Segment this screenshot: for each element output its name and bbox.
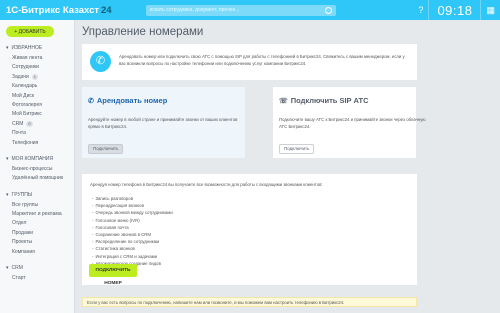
sidebar-item-label: Удалённый помощник [12,175,64,182]
feature-item: Сохранение звонков в CRM [92,231,173,238]
rent-number-title[interactable]: ✆ Арендовать номер [88,96,167,105]
sidebar: + ДОБАВИТЬ ▾ ИЗБРАННОЕ Живая лента Сотрудни… [0,20,75,313]
logo-number: 24 [101,4,112,16]
top-bar: 1С-Битрикс Казахст24 ? 09:18 ▦ [0,0,500,20]
sidebar-section-title[interactable]: ▾ ИЗБРАННОЕ [6,45,74,51]
divider [428,0,430,20]
sidebar-item[interactable]: Задачи 1 [0,73,74,82]
sip-icon: ☏ [279,97,288,105]
sidebar-item-label: Старт [12,275,26,282]
sidebar-item[interactable]: Бизнес-процессы [0,165,74,174]
sidebar-item-label: Продажи [12,229,33,236]
top-right-controls: ? 09:18 ▦ [413,0,500,20]
sidebar-item[interactable]: Телефония [0,139,74,148]
sidebar-item-label: Задачи [12,73,29,80]
chevron-down-icon: ▾ [6,155,9,162]
info-panel: ✆ Арендовать номер или подключить свою А… [82,44,417,80]
sidebar-item[interactable]: Продажи [0,229,74,238]
sidebar-item[interactable]: Отдел [0,219,74,228]
sidebar-item[interactable]: Старт [0,274,74,283]
sidebar-section-label: ИЗБРАННОЕ [11,45,43,51]
sidebar-item-label: Мой Диск [12,92,35,99]
connect-number-button[interactable]: ПОДКЛЮЧИТЬ НОМЕР [89,264,137,286]
clock[interactable]: 09:18 [437,3,472,18]
feature-item: Распределение по сотрудникам [92,238,173,245]
sidebar-item[interactable]: Фотогалерея [0,101,74,110]
sidebar-item[interactable]: Сотрудники [0,63,74,72]
logo-text: 1С-Битрикс Казахст [6,4,100,16]
rent-number-description: Арендуйте номер в любой стране и принима… [88,117,238,129]
page-title: Управление номерами [82,26,204,38]
sidebar-sections: ▾ ИЗБРАННОЕ Живая лента Сотрудники Задачи 1 Ка… [0,45,74,283]
sip-card[interactable]: ☏ Подключить SIP АТС Подключите вашу АТС … [273,87,426,158]
details-heading: Арендуя номер телефона в Битрикс24 вы по… [90,182,323,187]
sidebar-item[interactable]: CRM 0 [0,120,74,129]
sip-title[interactable]: ☏ Подключить SIP АТС [279,96,369,105]
sidebar-item-label: Бизнес-процессы [12,165,53,172]
feature-list: Запись разговоровПереадресация звонковОч… [92,195,173,274]
sidebar-item[interactable]: Удалённый помощник [0,174,74,183]
sidebar-section-title[interactable]: ▾ ГРУППЫ [6,192,74,198]
sip-title-text: Подключить SIP АТС [290,96,369,105]
feature-item: Голосовая почта [92,224,173,231]
phone-icon: ✆ [90,51,111,72]
feature-item: Переадресация звонков [92,202,173,209]
sidebar-item-label: Компания [12,248,35,255]
rent-number-card[interactable]: ✆ Арендовать номер Арендуйте номер в любо… [82,87,245,158]
grid-icon[interactable]: ▦ [486,5,495,16]
sidebar-item-label: Календарь [12,83,38,90]
chevron-down-icon: ▾ [6,191,9,198]
details-panel: Арендуя номер телефона в Битрикс24 вы по… [82,174,417,286]
sidebar-item[interactable]: Маркетинг и реклама [0,210,74,219]
sidebar-section-title[interactable]: ▾ МОЯ КОМПАНИЯ [6,156,74,162]
feature-item: Запись разговоров [92,195,173,202]
divider [480,0,482,20]
main-area: Управление номерами [82,20,500,39]
rent-number-button[interactable]: Подключить [88,144,124,154]
sidebar-item-label: Почта [12,130,26,137]
sidebar-item[interactable]: Почта [0,129,74,138]
sidebar-item[interactable]: Живая лента [0,54,74,63]
chevron-down-icon: ▾ [6,45,9,51]
sidebar-item-counter: 1 [31,74,39,81]
notice-bar: Если у вас есть вопросы по подключению, … [82,297,417,307]
search-icon[interactable] [324,6,332,14]
sip-description: Подключите вашу АТС к Битрикс24 и приним… [279,117,426,129]
sidebar-item[interactable]: Календарь [0,82,74,91]
feature-item: Голосовое меню (IVR) [92,217,173,224]
search-box[interactable] [145,4,336,16]
phone-icon: ✆ [88,97,94,105]
search-input[interactable] [145,7,325,13]
feature-item: Интеграция с CRM и задачами [92,253,173,260]
help-icon[interactable]: ? [418,5,423,15]
rent-number-title-text: Арендовать номер [96,96,168,105]
sidebar-item-label: Мой Битрикс [12,111,42,118]
sidebar-item-label: Все группы [12,201,39,208]
sidebar-section-label: CRM [11,265,23,272]
sidebar-item-counter: 0 [26,121,33,128]
sidebar-item[interactable]: Все группы [0,201,74,210]
info-text: Арендовать номер или подключить свою АТС… [119,54,405,66]
logo[interactable]: 1С-Битрикс Казахст 24 [6,5,112,16]
sidebar-item-label: Сотрудники [12,64,40,71]
sidebar-item[interactable]: Мой Диск [0,92,74,101]
add-button[interactable]: + ДОБАВИТЬ [6,26,54,37]
sidebar-section-label: МОЯ КОМПАНИЯ [11,155,54,162]
sidebar-item-label: Фотогалерея [12,101,42,108]
sidebar-item[interactable]: Мой Битрикс [0,110,74,119]
sidebar-section-label: ГРУППЫ [11,191,33,198]
chevron-down-icon: ▾ [6,265,9,272]
sidebar-item-label: CRM [12,120,24,127]
feature-item: Очередь звонков между сотрудниками [92,209,172,216]
sidebar-section-title[interactable]: ▾ CRM [6,265,74,271]
sip-button[interactable]: Подключить [279,144,315,154]
sidebar-item[interactable]: Компания [0,248,74,257]
sidebar-item-label: Проекты [12,239,33,246]
sidebar-item-label: Телефония [12,139,39,146]
feature-item: Статистика звонков [92,245,173,252]
sidebar-item[interactable]: Проекты [0,238,74,247]
sidebar-item-label: Живая лента [12,55,43,61]
sidebar-item-label: Маркетинг и реклама [12,211,62,218]
sidebar-item-label: Отдел [12,220,27,227]
